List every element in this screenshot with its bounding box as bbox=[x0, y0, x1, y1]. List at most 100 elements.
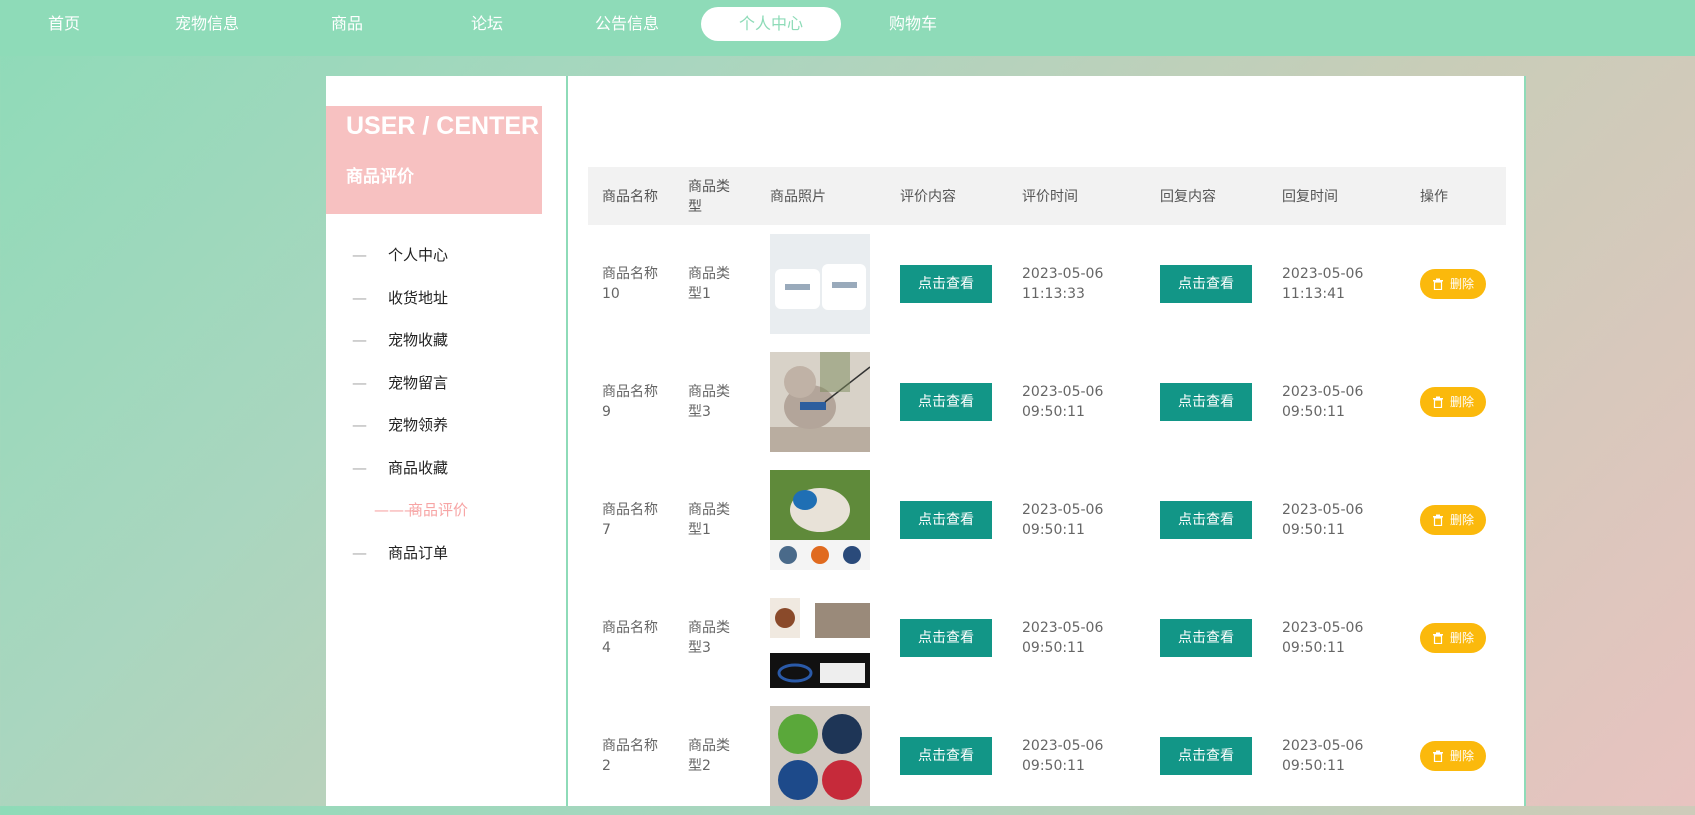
nav-cart[interactable]: 购物车 bbox=[843, 7, 983, 41]
cell-reply-time: 2023-05-06 09:50:11 bbox=[1282, 738, 1364, 774]
cell-review-time: 2023-05-06 09:50:11 bbox=[1022, 502, 1104, 538]
sidebar-item-pet-adoption[interactable]: — 宠物领养 bbox=[326, 410, 566, 440]
cell-product-name: 商品名称2 bbox=[602, 738, 658, 774]
trash-icon bbox=[1432, 396, 1443, 408]
view-reply-button[interactable]: 点击查看 bbox=[1160, 265, 1252, 303]
cell-product-type: 商品类型1 bbox=[688, 266, 730, 302]
cell-product-name: 商品名称9 bbox=[602, 384, 658, 420]
col-review-content: 评价内容 bbox=[900, 189, 956, 205]
sidebar-item-label: 商品订单 bbox=[388, 544, 449, 562]
cell-product-name: 商品名称10 bbox=[602, 266, 658, 302]
cell-review-content: 点击查看 bbox=[886, 225, 1008, 343]
cell-reply-content: 点击查看 bbox=[1146, 461, 1268, 579]
sidebar-item-label: 宠物收藏 bbox=[388, 331, 449, 349]
cell-review-content: 点击查看 bbox=[886, 697, 1008, 815]
table-row: 商品名称2 商品类型2 点击查看 2023-05-06 09:50:11 点击查… bbox=[588, 697, 1506, 815]
cell-actions: 删除 bbox=[1406, 225, 1506, 343]
nav-announcements[interactable]: 公告信息 bbox=[557, 7, 697, 41]
sidebar-item-label: 宠物留言 bbox=[388, 374, 449, 392]
col-actions: 操作 bbox=[1420, 189, 1448, 205]
sidebar-header: USER / CENTER 商品评价 bbox=[326, 106, 542, 214]
sidebar-item-pet-messages[interactable]: — 宠物留言 bbox=[326, 368, 566, 398]
product-photo bbox=[770, 470, 872, 570]
col-reply-time: 回复时间 bbox=[1282, 189, 1338, 205]
trash-icon bbox=[1432, 750, 1443, 762]
trash-icon bbox=[1432, 278, 1443, 290]
cell-actions: 删除 bbox=[1406, 579, 1506, 697]
view-review-button[interactable]: 点击查看 bbox=[900, 737, 992, 775]
cell-review-time: 2023-05-06 09:50:11 bbox=[1022, 738, 1104, 774]
sidebar-item-label: 商品评价 bbox=[408, 501, 469, 519]
trash-icon bbox=[1432, 632, 1443, 644]
table-row: 商品名称9 商品类型3 点击查看 2023-05-06 09:50:11 点击查… bbox=[588, 343, 1506, 461]
delete-label: 删除 bbox=[1449, 513, 1474, 527]
view-reply-button[interactable]: 点击查看 bbox=[1160, 619, 1252, 657]
cell-review-content: 点击查看 bbox=[886, 461, 1008, 579]
main-content: 商品名称 商品类型 商品照片 评价内容 评价时间 回复内容 回复时间 操作 商品… bbox=[566, 76, 1526, 806]
view-reply-button[interactable]: 点击查看 bbox=[1160, 383, 1252, 421]
sidebar-title-en: USER / CENTER bbox=[346, 112, 540, 140]
col-product-photo: 商品照片 bbox=[770, 189, 826, 205]
reviews-table: 商品名称 商品类型 商品照片 评价内容 评价时间 回复内容 回复时间 操作 商品… bbox=[588, 167, 1506, 815]
cell-product-photo bbox=[756, 343, 886, 461]
sidebar-item-product-reviews[interactable]: ——— 商品评价 bbox=[326, 495, 566, 525]
cell-reply-content: 点击查看 bbox=[1146, 697, 1268, 815]
product-photo bbox=[770, 234, 872, 334]
cell-product-photo bbox=[756, 697, 886, 815]
cell-product-name: 商品名称7 bbox=[602, 502, 658, 538]
product-photo bbox=[770, 706, 872, 806]
sidebar-title-cn: 商品评价 bbox=[346, 167, 414, 187]
cell-reply-content: 点击查看 bbox=[1146, 225, 1268, 343]
delete-button[interactable]: 删除 bbox=[1420, 269, 1486, 299]
nav-home[interactable]: 首页 bbox=[0, 7, 134, 41]
delete-button[interactable]: 删除 bbox=[1420, 505, 1486, 535]
table-header-row: 商品名称 商品类型 商品照片 评价内容 评价时间 回复内容 回复时间 操作 bbox=[588, 167, 1506, 225]
view-review-button[interactable]: 点击查看 bbox=[900, 383, 992, 421]
product-photo bbox=[770, 352, 872, 452]
cell-review-time: 2023-05-06 11:13:33 bbox=[1022, 266, 1104, 302]
delete-label: 删除 bbox=[1449, 631, 1474, 645]
nav-user-center[interactable]: 个人中心 bbox=[701, 7, 841, 41]
cell-reply-time: 2023-05-06 09:50:11 bbox=[1282, 620, 1364, 656]
delete-label: 删除 bbox=[1449, 277, 1474, 291]
nav-pet-info[interactable]: 宠物信息 bbox=[137, 7, 277, 41]
cell-reply-content: 点击查看 bbox=[1146, 579, 1268, 697]
cell-product-type: 商品类型3 bbox=[688, 384, 730, 420]
view-reply-button[interactable]: 点击查看 bbox=[1160, 501, 1252, 539]
view-review-button[interactable]: 点击查看 bbox=[900, 619, 992, 657]
cell-product-type: 商品类型3 bbox=[688, 620, 730, 656]
sidebar: USER / CENTER 商品评价 — 个人中心 — 收货地址 — 宠物收藏 — 宠物… bbox=[326, 76, 566, 806]
cell-reply-content: 点击查看 bbox=[1146, 343, 1268, 461]
sidebar-item-address[interactable]: — 收货地址 bbox=[326, 283, 566, 313]
product-photo bbox=[770, 588, 872, 688]
col-product-name: 商品名称 bbox=[602, 189, 658, 205]
table-row: 商品名称4 商品类型3 点击查看 2023-05-06 09:50:11 点击查… bbox=[588, 579, 1506, 697]
sidebar-item-label: 个人中心 bbox=[388, 246, 449, 264]
cell-product-photo bbox=[756, 461, 886, 579]
cell-product-name: 商品名称4 bbox=[602, 620, 658, 656]
view-review-button[interactable]: 点击查看 bbox=[900, 265, 992, 303]
sidebar-item-label: 收货地址 bbox=[388, 289, 449, 307]
cell-review-content: 点击查看 bbox=[886, 343, 1008, 461]
delete-button[interactable]: 删除 bbox=[1420, 623, 1486, 653]
nav-forum[interactable]: 论坛 bbox=[417, 7, 557, 41]
view-reply-button[interactable]: 点击查看 bbox=[1160, 737, 1252, 775]
delete-label: 删除 bbox=[1449, 749, 1474, 763]
delete-button[interactable]: 删除 bbox=[1420, 387, 1486, 417]
cell-review-time: 2023-05-06 09:50:11 bbox=[1022, 384, 1104, 420]
cell-review-time: 2023-05-06 09:50:11 bbox=[1022, 620, 1104, 656]
nav-products[interactable]: 商品 bbox=[277, 7, 417, 41]
view-review-button[interactable]: 点击查看 bbox=[900, 501, 992, 539]
sidebar-item-product-orders[interactable]: — 商品订单 bbox=[326, 538, 566, 568]
sidebar-item-pet-favorites[interactable]: — 宠物收藏 bbox=[326, 325, 566, 355]
delete-button[interactable]: 删除 bbox=[1420, 741, 1486, 771]
cell-reply-time: 2023-05-06 09:50:11 bbox=[1282, 384, 1364, 420]
table-row: 商品名称10 商品类型1 点击查看 2023-05-06 11:13:33 点击… bbox=[588, 225, 1506, 343]
sidebar-item-label: 宠物领养 bbox=[388, 416, 449, 434]
cell-product-photo bbox=[756, 579, 886, 697]
sidebar-item-product-favorites[interactable]: — 商品收藏 bbox=[326, 453, 566, 483]
cell-product-photo bbox=[756, 225, 886, 343]
sidebar-item-label: 商品收藏 bbox=[388, 459, 449, 477]
cell-product-type: 商品类型2 bbox=[688, 738, 730, 774]
sidebar-item-user-center[interactable]: — 个人中心 bbox=[326, 240, 566, 270]
